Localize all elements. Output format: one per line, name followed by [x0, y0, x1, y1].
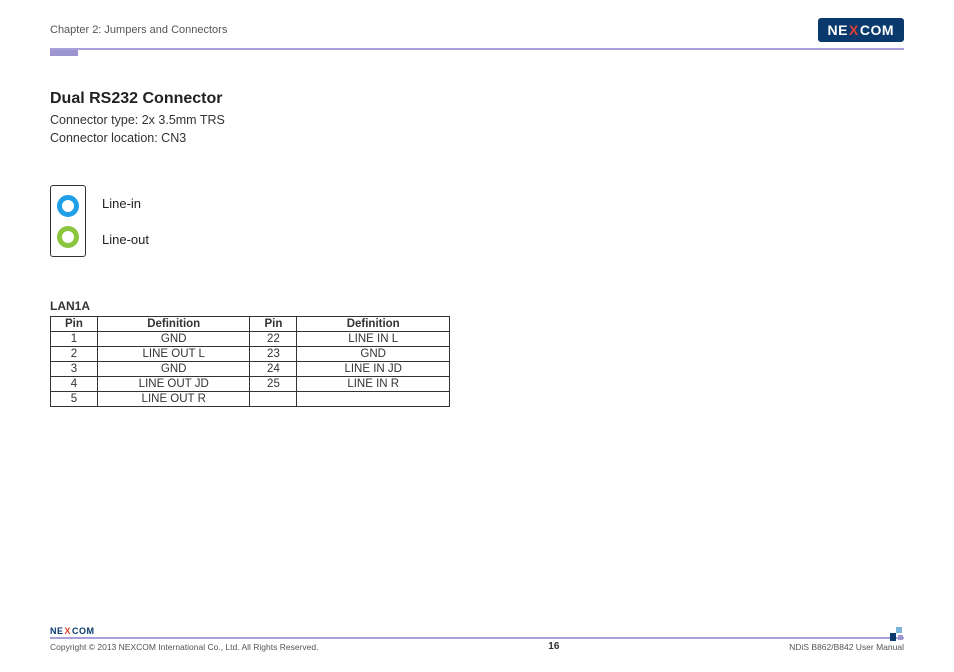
line-in-jack-icon [57, 195, 79, 217]
table-row: 2LINE OUT L23GND [51, 347, 450, 362]
def-cell: LINE OUT JD [97, 377, 250, 392]
line-in-label: Line-in [102, 196, 149, 211]
pin-cell: 4 [51, 377, 98, 392]
pin-cell: 2 [51, 347, 98, 362]
def-cell: LINE IN R [297, 377, 450, 392]
pin-cell [250, 392, 297, 407]
col-pin-1: Pin [51, 317, 98, 332]
connector-location: Connector location: CN3 [50, 130, 904, 148]
doc-title: NDiS B862/B842 User Manual [789, 642, 904, 652]
table-row: 4LINE OUT JD25LINE IN R [51, 377, 450, 392]
def-cell [297, 392, 450, 407]
table-title: LAN1A [50, 299, 904, 313]
footer-logo-post: COM [72, 626, 95, 636]
line-out-label: Line-out [102, 232, 149, 247]
connector-type: Connector type: 2x 3.5mm TRS [50, 112, 904, 130]
logo-x-icon: X [849, 22, 859, 38]
def-cell: GND [97, 362, 250, 377]
copyright-text: Copyright © 2013 NEXCOM International Co… [50, 642, 318, 652]
pin-table: Pin Definition Pin Definition 1GND22LINE… [50, 316, 450, 407]
table-row: 5LINE OUT R [51, 392, 450, 407]
nexcom-logo: NEXCOM [818, 18, 904, 42]
section-title: Dual RS232 Connector [50, 90, 904, 108]
def-cell: LINE OUT R [97, 392, 250, 407]
logo-text-pre: NE [828, 22, 848, 38]
def-cell: GND [297, 347, 450, 362]
pin-cell: 1 [51, 332, 98, 347]
jack-panel [50, 185, 86, 257]
col-def-2: Definition [297, 317, 450, 332]
def-cell: LINE IN L [297, 332, 450, 347]
col-def-1: Definition [97, 317, 250, 332]
header-tab-icon [50, 50, 78, 56]
def-cell: LINE IN JD [297, 362, 450, 377]
footer-divider [50, 637, 904, 639]
pin-cell: 23 [250, 347, 297, 362]
line-out-jack-icon [57, 226, 79, 248]
pin-cell: 22 [250, 332, 297, 347]
logo-text-post: COM [860, 22, 894, 38]
chapter-title: Chapter 2: Jumpers and Connectors [50, 24, 227, 36]
col-pin-2: Pin [250, 317, 297, 332]
pin-cell: 3 [51, 362, 98, 377]
table-row: 1GND22LINE IN L [51, 332, 450, 347]
footer-logo-pre: NE [50, 626, 64, 636]
pin-cell: 25 [250, 377, 297, 392]
pin-cell: 5 [51, 392, 98, 407]
def-cell: GND [97, 332, 250, 347]
page-number: 16 [548, 641, 559, 652]
connector-diagram: Line-in Line-out [50, 185, 904, 257]
corner-decor-icon [890, 627, 906, 643]
footer-logo-x-icon: X [65, 626, 72, 636]
footer-logo: NEXCOM [50, 626, 904, 636]
pin-cell: 24 [250, 362, 297, 377]
def-cell: LINE OUT L [97, 347, 250, 362]
table-row: 3GND24LINE IN JD [51, 362, 450, 377]
header-divider [50, 48, 904, 50]
